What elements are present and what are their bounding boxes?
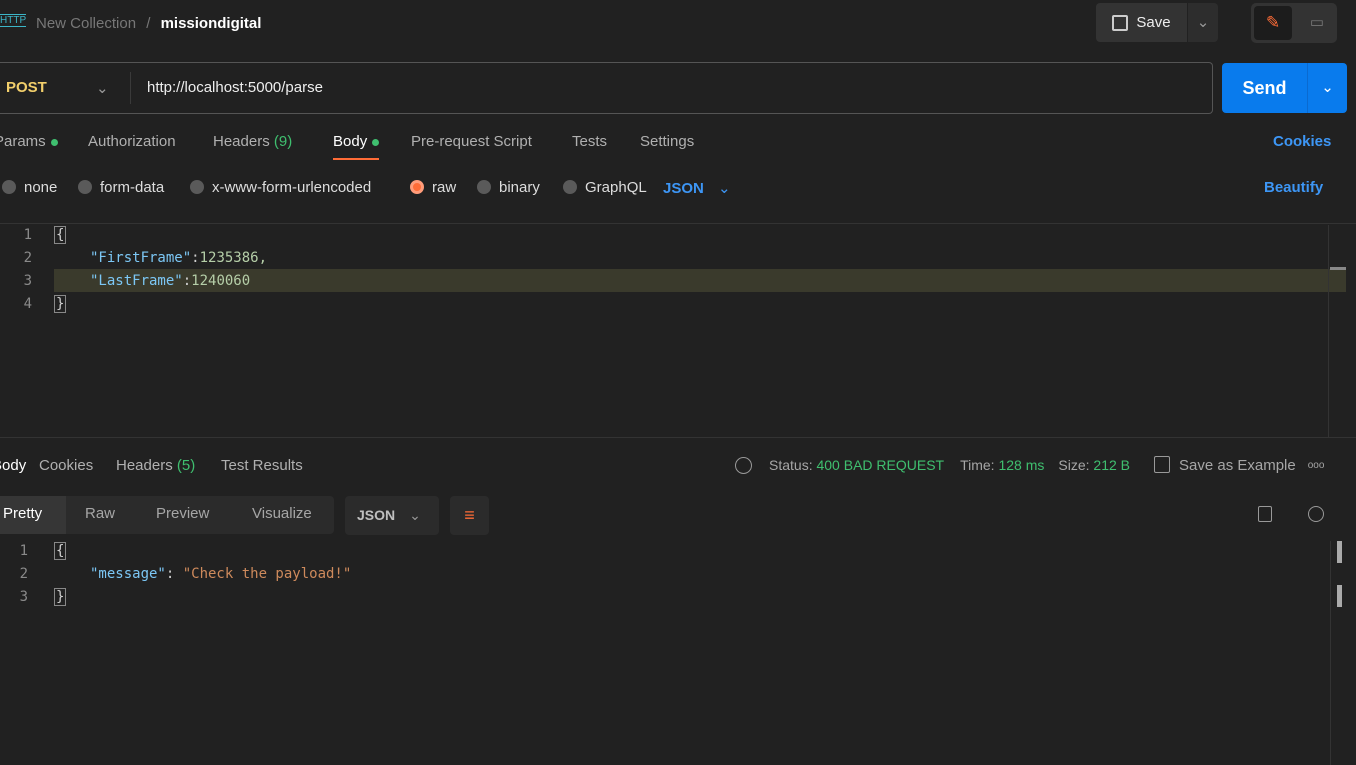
view-tab-pretty[interactable]: Pretty — [0, 496, 66, 534]
divider — [130, 72, 131, 104]
code-colon: : — [191, 250, 200, 266]
body-indicator — [372, 138, 380, 146]
radio-x-www-form-urlencoded[interactable]: x-www-form-urlencoded — [190, 179, 410, 197]
response-format-select[interactable]: JSON ⌄ — [345, 496, 439, 535]
globe-icon[interactable] — [735, 456, 752, 474]
tab-authorization[interactable]: Authorization — [88, 133, 176, 150]
line-number: 4 — [23, 296, 32, 312]
scrollbar-track — [1330, 541, 1331, 765]
code-value: 1235386, — [199, 250, 268, 266]
wrap-lines-icon[interactable]: ≡ — [450, 496, 489, 535]
params-indicator — [50, 138, 58, 146]
resp-tab-test-results[interactable]: Test Results — [221, 457, 303, 474]
chevron-down-icon: ⌄ — [96, 80, 109, 97]
search-icon[interactable] — [1308, 506, 1324, 522]
breadcrumb: New Collection / missiondigital — [36, 15, 261, 32]
edit-pencil-icon[interactable]: ✎ — [1254, 6, 1292, 40]
status-value[interactable]: 400 BAD REQUEST — [816, 457, 944, 473]
tab-tests[interactable]: Tests — [572, 133, 607, 150]
resp-tab-body[interactable]: Body — [0, 457, 26, 474]
code-brace: } — [54, 295, 67, 313]
tab-body[interactable]: Body — [333, 133, 380, 160]
view-tab-raw[interactable]: Raw — [85, 505, 115, 522]
scrollbar-thumb[interactable] — [1330, 267, 1346, 270]
time-label: Time: — [960, 457, 995, 473]
save-icon — [1154, 456, 1170, 473]
http-icon: HTTP — [0, 14, 27, 27]
breadcrumb-separator: / — [146, 15, 151, 32]
resp-tab-headers[interactable]: Headers (5) — [116, 457, 195, 474]
radio-form-data[interactable]: form-data — [78, 179, 190, 197]
code-colon: : — [182, 273, 192, 289]
send-button[interactable]: Send — [1222, 63, 1307, 113]
resp-tab-cookies[interactable]: Cookies — [39, 457, 93, 474]
view-tab-preview[interactable]: Preview — [156, 505, 209, 522]
method-select[interactable]: POST ⌄ — [6, 79, 110, 97]
line-number: 2 — [23, 250, 32, 266]
mode-toggle: ✎ ▭ — [1251, 3, 1337, 43]
save-button[interactable]: Save — [1096, 3, 1187, 42]
code-colon: : — [165, 566, 183, 582]
body-format-select[interactable]: JSON ⌄ — [663, 179, 731, 197]
code-key: "message" — [90, 566, 166, 582]
radio-none[interactable]: none — [2, 179, 78, 197]
view-mode-tabs: Pretty Raw Preview Visualize — [0, 496, 334, 534]
code-value: 1240060 — [191, 273, 251, 289]
response-body-viewer[interactable]: 1 2 3 { "message": "Check the payload!" … — [0, 541, 1330, 765]
tab-headers[interactable]: Headers (9) — [213, 133, 292, 150]
line-number: 1 — [19, 543, 28, 559]
time-value[interactable]: 128 ms — [998, 457, 1044, 473]
tab-pre-request-script[interactable]: Pre-request Script — [411, 133, 532, 150]
status-label: Status: — [769, 457, 813, 473]
beautify-link[interactable]: Beautify — [1264, 179, 1323, 196]
radio-raw[interactable]: raw — [410, 179, 477, 197]
scrollbar-thumb[interactable] — [1337, 541, 1342, 563]
save-label: Save — [1136, 14, 1171, 31]
comment-icon[interactable]: ▭ — [1301, 6, 1333, 40]
tab-params[interactable]: Params — [0, 133, 58, 150]
line-number: 2 — [19, 566, 28, 582]
code-brace: { — [54, 226, 67, 244]
save-example-button[interactable]: Save as Example — [1154, 456, 1296, 474]
pane-resizer[interactable] — [0, 437, 1356, 438]
line-number: 3 — [19, 589, 28, 605]
radio-binary[interactable]: binary — [477, 179, 563, 197]
code-value: "Check the payload!" — [182, 566, 352, 582]
more-options-icon[interactable]: ooo — [1308, 460, 1325, 471]
line-number: 3 — [23, 273, 32, 289]
scrollbar-marker — [1337, 585, 1342, 607]
request-body-editor[interactable]: 1 2 3 4 { "FirstFrame":1235386, "LastFra… — [0, 225, 1346, 437]
size-value[interactable]: 212 B — [1093, 457, 1130, 473]
code-brace: { — [54, 542, 67, 560]
request-name[interactable]: missiondigital — [161, 15, 262, 32]
send-dropdown-button[interactable]: ⌄ — [1307, 63, 1347, 113]
url-input[interactable]: http://localhost:5000/parse — [147, 79, 323, 96]
divider — [0, 223, 1356, 224]
tab-settings[interactable]: Settings — [640, 133, 694, 150]
body-type-options: none form-data x-www-form-urlencoded raw… — [2, 179, 731, 197]
save-icon — [1112, 14, 1129, 31]
radio-graphql[interactable]: GraphQL — [563, 179, 663, 197]
cookies-link[interactable]: Cookies — [1273, 133, 1331, 150]
copy-icon[interactable] — [1258, 506, 1272, 522]
view-tab-visualize[interactable]: Visualize — [252, 505, 312, 522]
save-dropdown-button[interactable]: ⌄ — [1188, 3, 1218, 42]
code-key: "FirstFrame" — [90, 250, 192, 266]
scrollbar-track — [1328, 225, 1329, 437]
line-number: 1 — [23, 227, 32, 243]
size-label: Size: — [1058, 457, 1090, 473]
response-meta: Status: 400 BAD REQUEST Time: 128 ms Siz… — [735, 456, 1324, 474]
breadcrumb-collection[interactable]: New Collection — [36, 15, 136, 32]
code-brace: } — [54, 588, 67, 606]
code-key: "LastFrame" — [90, 273, 183, 289]
